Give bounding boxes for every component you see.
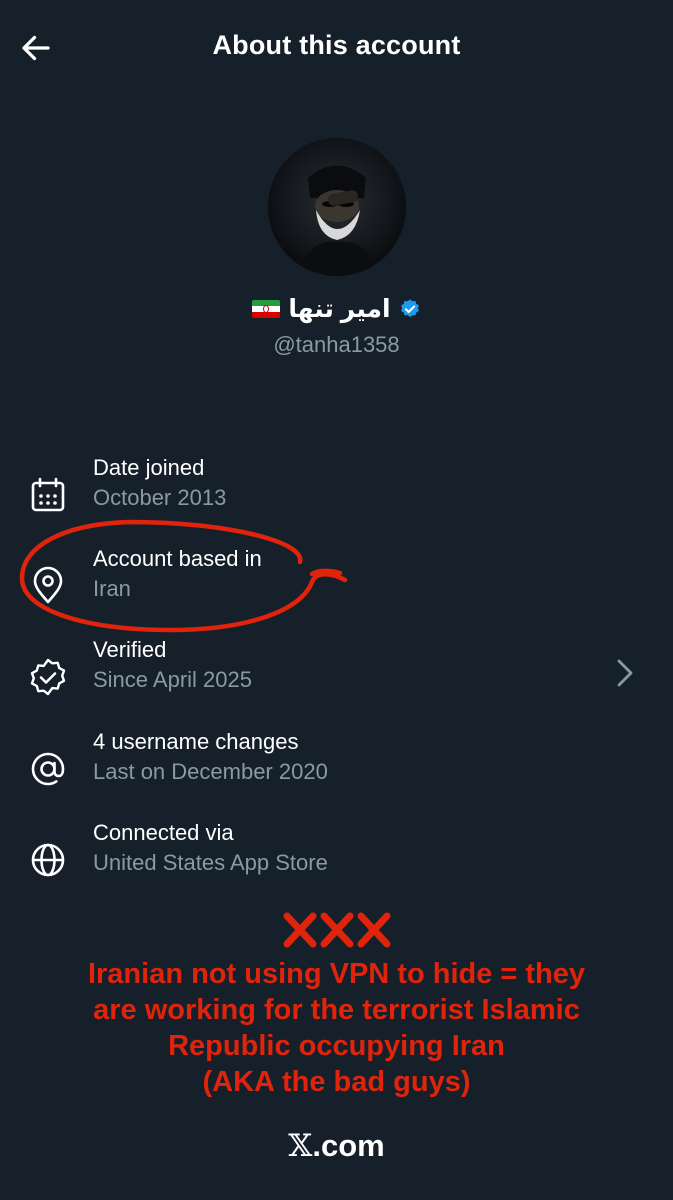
display-name: امیر تنها bbox=[288, 295, 391, 323]
caption-line: Republic occupying Iran bbox=[168, 1030, 505, 1062]
location-pin-icon bbox=[33, 566, 63, 604]
annotation-caption: Iranian not using VPN to hide = they are… bbox=[0, 956, 673, 1100]
detail-label: Account based in bbox=[93, 546, 262, 571]
cross-marks: ❌❌❌ bbox=[0, 912, 673, 953]
top-bar: About this account bbox=[0, 0, 673, 96]
detail-value: Iran bbox=[93, 576, 131, 601]
detail-label: Connected via bbox=[93, 820, 234, 845]
chevron-right-icon bbox=[617, 659, 633, 687]
detail-row-date-joined: Date joined October 2013 bbox=[0, 455, 673, 537]
detail-row-verified[interactable]: Verified Since April 2025 bbox=[0, 637, 673, 719]
detail-value: October 2013 bbox=[93, 485, 227, 510]
detail-value: Last on December 2020 bbox=[93, 759, 328, 784]
detail-row-account-based-in: Account based in Iran bbox=[0, 546, 673, 628]
footer-domain: .com bbox=[312, 1128, 385, 1163]
iran-flag-icon bbox=[252, 300, 281, 318]
at-sign-icon bbox=[31, 752, 65, 786]
caption-line: Iranian not using VPN to hide = they bbox=[87, 958, 586, 990]
detail-label: Verified bbox=[93, 637, 167, 662]
detail-value: Since April 2025 bbox=[93, 667, 252, 692]
cross-marks-text: ❌❌❌ bbox=[393, 912, 394, 913]
account-handle: @tanha1358 bbox=[273, 332, 400, 357]
x-logo: 𝕏 bbox=[288, 1128, 313, 1164]
verified-badge-icon bbox=[400, 299, 419, 317]
detail-value: United States App Store bbox=[93, 850, 328, 875]
detail-label: 4 username changes bbox=[93, 729, 299, 754]
calendar-icon bbox=[31, 477, 65, 512]
caption-line: (AKA the bad guys) bbox=[202, 1066, 471, 1098]
verified-badge-outline-icon bbox=[30, 658, 66, 696]
detail-label: Date joined bbox=[93, 455, 205, 480]
detail-row-connected-via: Connected via United States App Store bbox=[0, 820, 673, 902]
caption-line: are working for the terrorist Islamic bbox=[93, 994, 580, 1026]
page-title: About this account bbox=[212, 30, 461, 60]
avatar bbox=[268, 138, 406, 276]
globe-icon bbox=[31, 843, 65, 877]
display-name-row: امیر تنها bbox=[0, 294, 673, 324]
detail-row-username-changes: 4 username changes Last on December 2020 bbox=[0, 729, 673, 811]
footer-brand: 𝕏.com bbox=[0, 1128, 673, 1164]
